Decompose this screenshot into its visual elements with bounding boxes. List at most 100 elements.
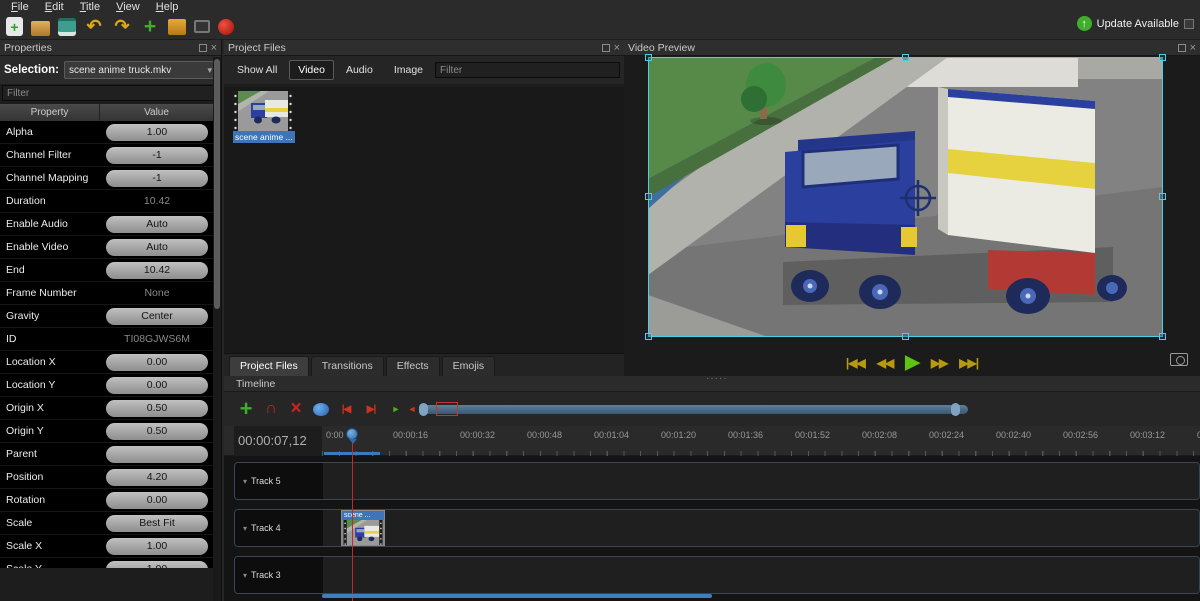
razor-icon[interactable]: × — [288, 399, 304, 419]
fast-forward-icon[interactable]: ▶▶ — [931, 356, 947, 370]
property-row[interactable]: Duration10.42 — [0, 190, 214, 213]
property-row[interactable]: Location Y0.00 — [0, 374, 214, 397]
property-row[interactable]: Scale Y1.00 — [0, 558, 214, 568]
snapshot-camera-icon[interactable] — [1170, 353, 1188, 366]
property-value-pill[interactable]: 1.00 — [106, 561, 209, 569]
property-value-pill[interactable]: -1 — [106, 147, 209, 164]
timeline-clip[interactable]: scene ... — [341, 510, 385, 546]
track-content[interactable] — [323, 557, 1199, 593]
property-row[interactable]: Frame NumberNone — [0, 282, 214, 305]
property-row[interactable]: Channel Mapping-1 — [0, 167, 214, 190]
project-files-filter-input[interactable] — [435, 62, 620, 78]
add-track-icon[interactable]: + — [238, 399, 254, 419]
property-row[interactable]: Channel Filter-1 — [0, 144, 214, 167]
previous-marker-icon[interactable]: |◀ — [338, 399, 354, 419]
video-frame[interactable] — [648, 57, 1163, 337]
property-value-pill[interactable]: 0.00 — [106, 354, 209, 371]
snap-icon[interactable]: ∩ — [263, 399, 279, 419]
property-value-pill[interactable]: 0.00 — [106, 377, 209, 394]
property-row[interactable]: Enable VideoAuto — [0, 236, 214, 259]
property-value-pill[interactable]: Auto — [106, 239, 209, 256]
close-icon[interactable]: × — [1190, 44, 1196, 52]
expander-icon[interactable]: ▾ — [243, 524, 247, 533]
selection-dropdown[interactable]: scene anime truck.mkv ▾ — [64, 61, 217, 79]
properties-filter-input[interactable] — [2, 85, 214, 101]
arrow-left-icon[interactable]: ◄ — [404, 399, 420, 419]
splitter-handle[interactable]: ····· — [706, 373, 728, 384]
menu-title[interactable]: Title — [73, 1, 107, 13]
file-item[interactable]: scene anime ... — [233, 91, 295, 143]
redo-icon[interactable]: ↷ — [112, 17, 132, 37]
property-row[interactable]: Scale X1.00 — [0, 535, 214, 558]
property-row[interactable]: Location X0.00 — [0, 351, 214, 374]
property-row[interactable]: ScaleBest Fit — [0, 512, 214, 535]
menu-edit[interactable]: Edit — [38, 1, 71, 13]
new-project-icon[interactable]: + — [6, 17, 23, 36]
property-row[interactable]: Position4.20 — [0, 466, 214, 489]
property-row[interactable]: Alpha1.00 — [0, 121, 214, 144]
timeline-zoom-slider[interactable] — [420, 402, 968, 416]
rewind-icon[interactable]: ◀◀ — [877, 356, 893, 370]
property-row[interactable]: Origin Y0.50 — [0, 420, 214, 443]
property-value-pill[interactable]: 0.50 — [106, 423, 209, 440]
undock-icon[interactable] — [602, 44, 610, 52]
filter-tab-show-all[interactable]: Show All — [228, 60, 286, 80]
export-video-icon[interactable] — [218, 19, 234, 35]
visible-region-marker[interactable] — [436, 402, 458, 416]
resize-handle[interactable] — [645, 333, 652, 340]
menu-help[interactable]: Help — [149, 1, 186, 13]
undock-icon[interactable] — [1178, 44, 1186, 52]
tab-emojis[interactable]: Emojis — [442, 356, 496, 376]
property-value-pill[interactable]: -1 — [106, 170, 209, 187]
property-row[interactable]: Origin X0.50 — [0, 397, 214, 420]
open-project-icon[interactable] — [31, 21, 50, 36]
value-column-header[interactable]: Value — [100, 104, 214, 121]
resize-handle[interactable] — [645, 54, 652, 61]
property-value-pill[interactable]: 4.20 — [106, 469, 209, 486]
undo-icon[interactable]: ↶ — [84, 17, 104, 37]
menu-file[interactable]: File — [4, 1, 36, 13]
play-icon[interactable]: ▶ — [905, 356, 919, 370]
fullscreen-icon[interactable] — [194, 20, 210, 33]
resize-handle[interactable] — [1159, 333, 1166, 340]
ruler-labels[interactable]: 0:0000:00:1600:00:3200:00:4800:01:0400:0… — [322, 426, 1200, 456]
scrollbar-thumb[interactable] — [214, 59, 220, 309]
property-value-pill[interactable]: Auto — [106, 216, 209, 233]
arrow-right-icon[interactable]: ► — [388, 399, 404, 419]
property-row[interactable]: Parent — [0, 443, 214, 466]
close-icon[interactable]: × — [614, 44, 620, 52]
property-value-pill[interactable]: 1.00 — [106, 124, 209, 141]
choose-profile-icon[interactable] — [168, 19, 186, 35]
menu-view[interactable]: View — [109, 1, 147, 13]
track-label[interactable]: ▾Track 3 — [235, 557, 323, 593]
jump-end-icon[interactable]: ▶▶| — [959, 356, 978, 370]
timeline-horizontal-scrollbar[interactable] — [322, 594, 712, 598]
slider-track[interactable] — [420, 405, 968, 414]
import-files-icon[interactable]: + — [140, 17, 160, 37]
update-available-button[interactable]: ↑ Update Available — [1077, 16, 1194, 31]
tab-effects[interactable]: Effects — [386, 356, 440, 376]
slider-handle-left[interactable] — [419, 403, 428, 416]
window-dock-icon[interactable] — [1184, 19, 1194, 29]
add-marker-icon[interactable] — [313, 403, 329, 416]
property-row[interactable]: GravityCenter — [0, 305, 214, 328]
property-row[interactable]: End10.42 — [0, 259, 214, 282]
property-value-pill[interactable]: Center — [106, 308, 209, 325]
expander-icon[interactable]: ▾ — [243, 477, 247, 486]
property-row[interactable]: IDTI08GJWS6M — [0, 328, 214, 351]
filter-tab-image[interactable]: Image — [385, 60, 432, 80]
property-value-pill[interactable]: Best Fit — [106, 515, 209, 532]
resize-handle[interactable] — [902, 333, 909, 340]
track-content[interactable]: scene ... — [323, 510, 1199, 546]
resize-handle[interactable] — [902, 54, 909, 61]
filter-tab-audio[interactable]: Audio — [337, 60, 382, 80]
close-icon[interactable]: × — [211, 44, 217, 52]
resize-handle[interactable] — [645, 193, 652, 200]
property-value-pill[interactable]: 0.50 — [106, 400, 209, 417]
property-value-pill[interactable]: 1.00 — [106, 538, 209, 555]
property-value-pill[interactable]: 0.00 — [106, 492, 209, 509]
resize-handle[interactable] — [1159, 54, 1166, 61]
expander-icon[interactable]: ▾ — [243, 571, 247, 580]
save-project-icon[interactable] — [58, 18, 76, 36]
next-marker-icon[interactable]: ▶| — [363, 399, 379, 419]
